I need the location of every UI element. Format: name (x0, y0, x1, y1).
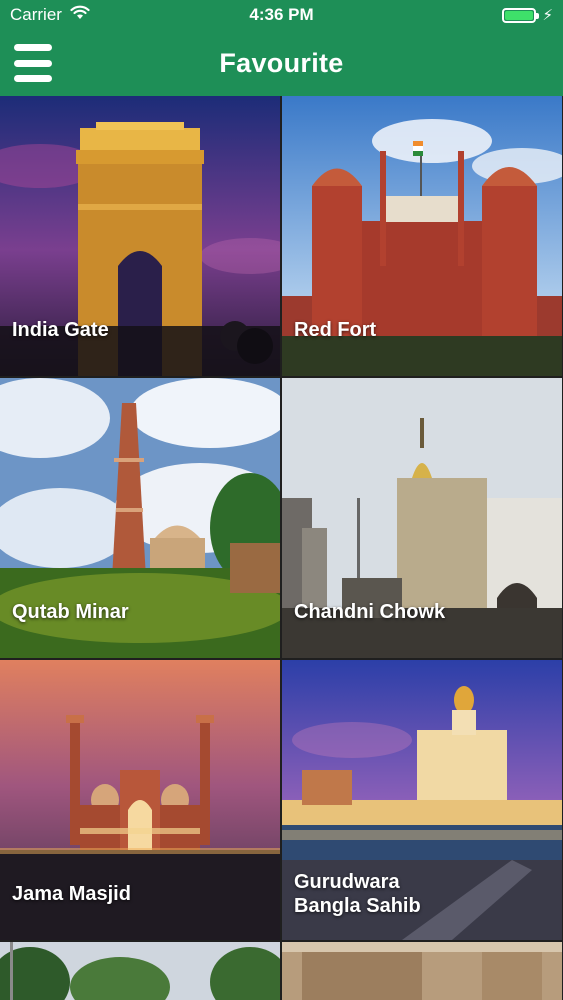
wifi-icon (70, 5, 90, 25)
place-name: Qutab Minar (12, 601, 129, 623)
place-name: India Gate (12, 319, 109, 341)
carrier-group: Carrier (10, 5, 90, 25)
menu-line (14, 44, 52, 51)
place-tile-gurudwara-bangla-sahib[interactable]: Gurudwara Bangla Sahib (282, 660, 562, 940)
status-time: 4:36 PM (249, 5, 314, 24)
place-name: Red Fort (294, 319, 377, 341)
place-tile-chandni-chowk[interactable]: Chandni Chowk (282, 378, 562, 658)
page-title: Favourite (219, 47, 344, 78)
status-bar: Carrier 4:36 PM ⚡︎ (0, 0, 563, 30)
place-tile-red-fort[interactable]: Red Fort (282, 96, 562, 376)
place-tile-qutab-minar[interactable]: Qutab Minar (0, 378, 280, 658)
partial-tile-image (282, 942, 562, 1000)
charging-bolt-icon: ⚡︎ (542, 7, 553, 24)
menu-line (14, 59, 52, 67)
place-name: Chandni Chowk (294, 601, 446, 623)
battery-nub (536, 12, 540, 19)
place-tile-partial[interactable] (282, 942, 562, 1000)
hamburger-menu-icon[interactable] (14, 44, 52, 82)
favourites-grid: India Gate Red Fort Qutab Minar Chandni … (0, 96, 563, 1000)
place-name-text: Gurudwara Bangla Sahib (294, 871, 421, 917)
navigation-bar: Favourite (0, 30, 563, 96)
partial-tile-image (0, 942, 280, 1000)
menu-line (14, 75, 52, 82)
battery-group: ⚡︎ (502, 6, 553, 24)
battery-icon (502, 7, 540, 23)
place-tile-india-gate[interactable]: India Gate (0, 96, 280, 376)
place-name: Jama Masjid (12, 883, 131, 905)
battery-fill (505, 10, 534, 20)
place-tile-partial[interactable] (0, 942, 280, 1000)
place-tile-jama-masjid[interactable]: Jama Masjid (0, 660, 280, 940)
place-name: Gurudwara Bangla Sahib (294, 870, 464, 918)
carrier-label: Carrier (10, 5, 62, 24)
